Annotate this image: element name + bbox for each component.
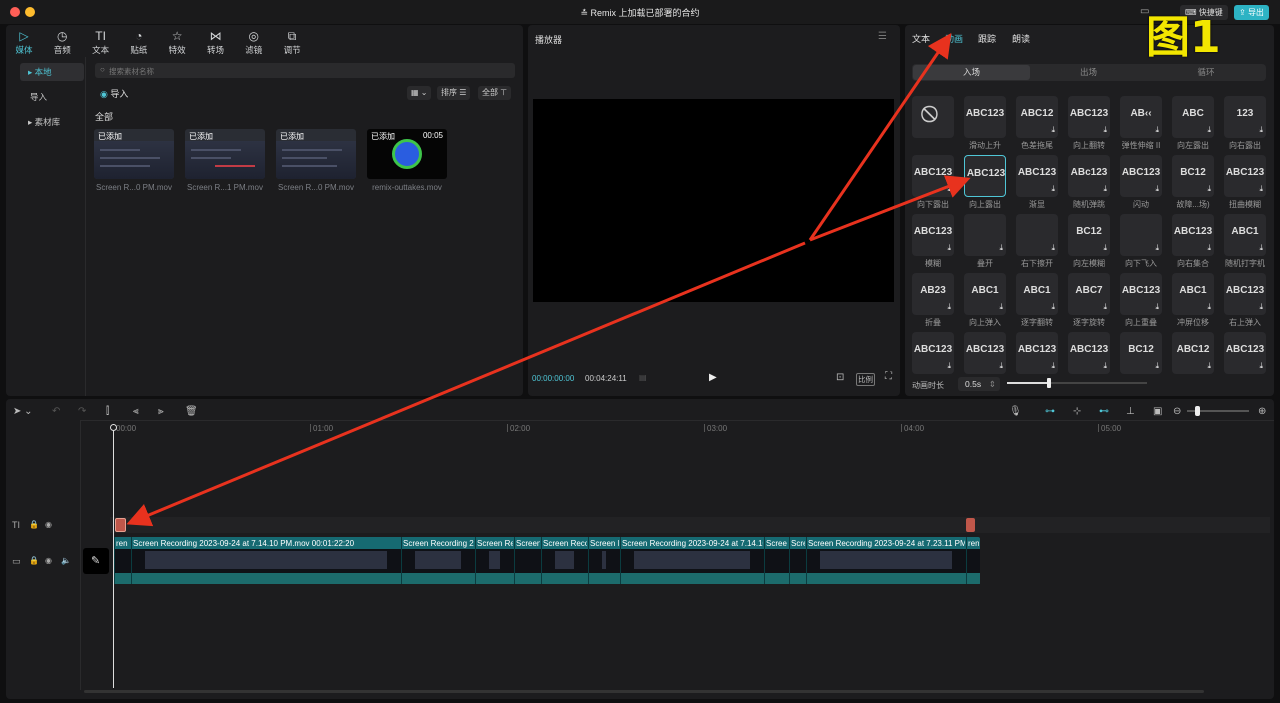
figure-label: 图1 bbox=[1146, 12, 1221, 63]
arrow-to-animation-tab bbox=[808, 33, 952, 241]
annotation-arrows bbox=[126, 33, 971, 527]
arrow-to-text-clip bbox=[126, 241, 806, 527]
arrow-to-selected-animation bbox=[809, 175, 971, 242]
